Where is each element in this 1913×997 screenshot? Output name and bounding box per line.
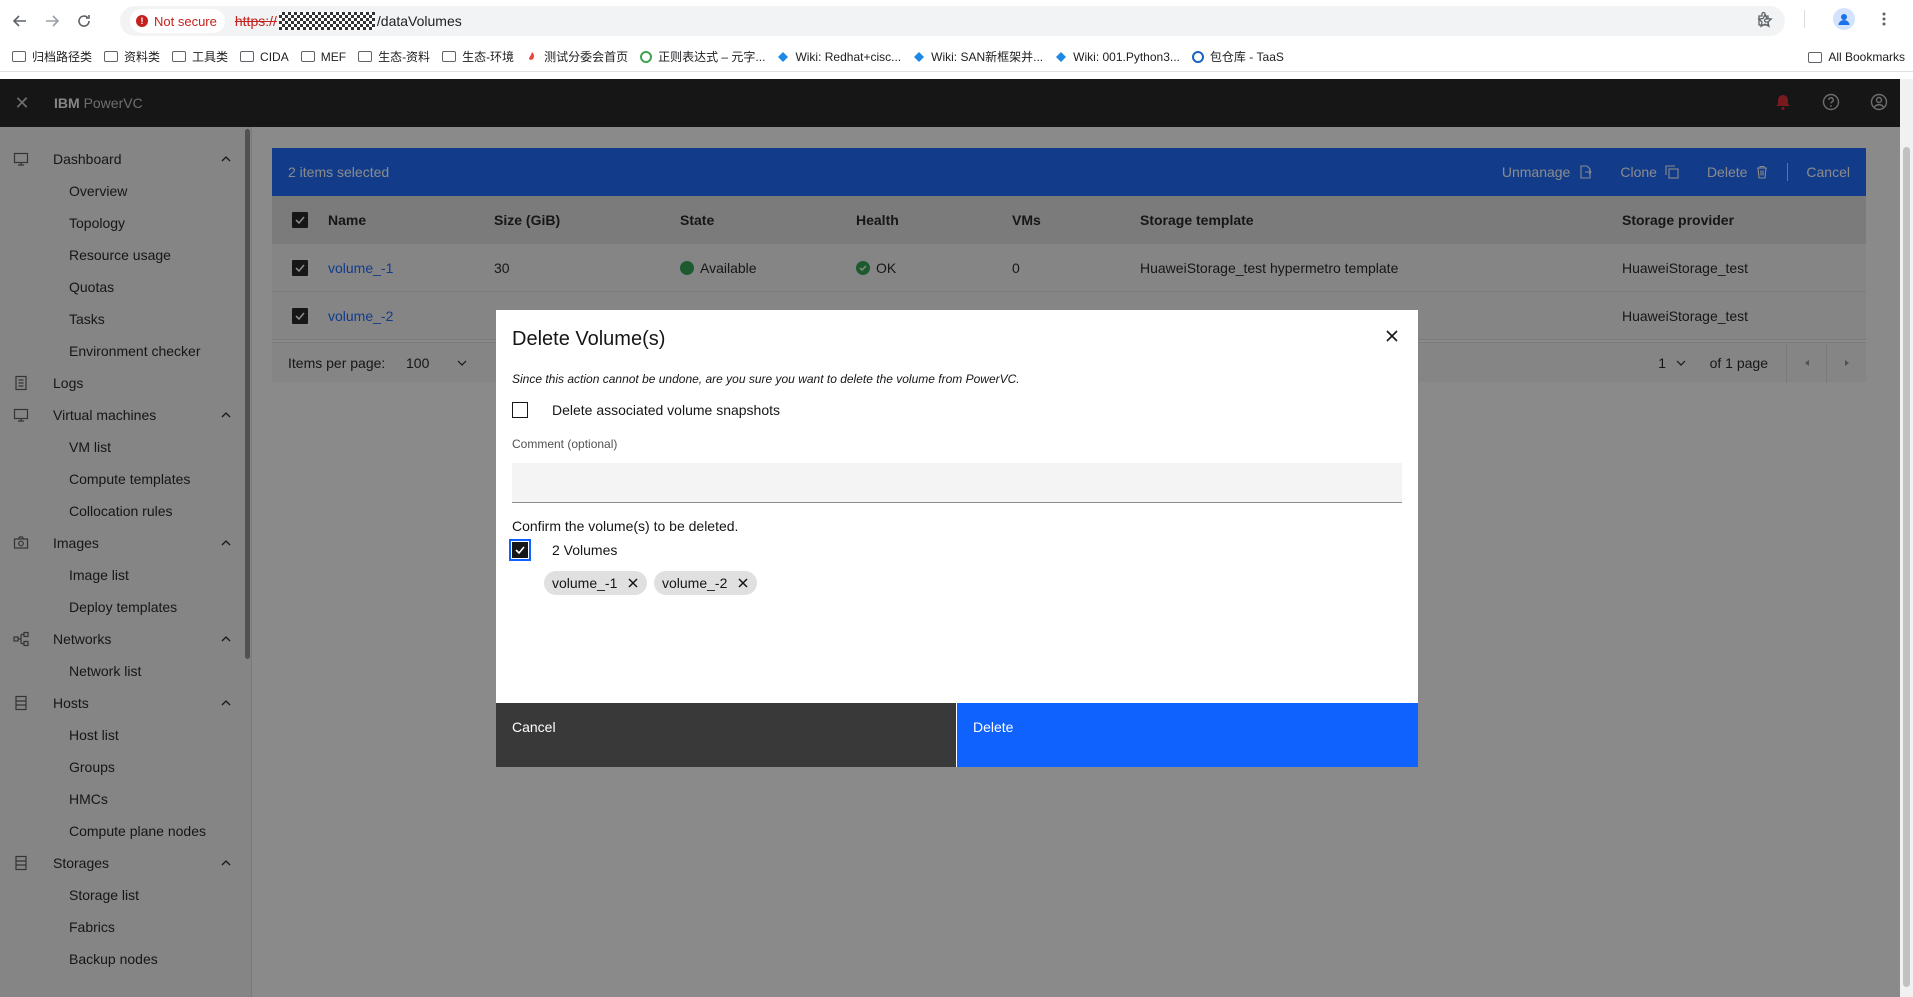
modal-delete-button[interactable]: Delete <box>957 703 1418 767</box>
bookmark-folder[interactable]: 生态-环境 <box>442 48 514 65</box>
modal-cancel-button[interactable]: Cancel <box>496 703 956 767</box>
forward-icon[interactable] <box>40 9 64 33</box>
volumes-count-label: 2 Volumes <box>552 542 618 558</box>
bookmark-link[interactable]: 测试分委会首页 <box>526 48 628 65</box>
delete-snapshots-label[interactable]: Delete associated volume snapshots <box>552 402 780 418</box>
bookmark-folder[interactable]: CIDA <box>240 50 289 64</box>
comment-input[interactable] <box>512 463 1402 503</box>
delete-volumes-modal: Delete Volume(s) Since this action canno… <box>496 310 1418 767</box>
bookmark-folder[interactable]: 归档路径类 <box>12 48 92 65</box>
folder-icon <box>12 51 26 62</box>
taas-favicon-icon <box>1191 50 1204 63</box>
security-label: Not secure <box>154 13 217 29</box>
bookmark-folder[interactable]: MEF <box>300 50 346 64</box>
security-indicator[interactable]: ! Not secure <box>130 9 225 33</box>
bookmark-folder[interactable]: 生态-资料 <box>358 48 430 65</box>
tag-remove-icon[interactable] <box>737 577 749 589</box>
browser-toolbar: ! Not secure https:// /dataVolumes <box>0 0 1913 42</box>
folder-icon <box>240 51 255 62</box>
folder-icon <box>1808 51 1823 63</box>
wiki-favicon-icon <box>778 51 789 62</box>
all-bookmarks[interactable]: All Bookmarks <box>1808 50 1905 64</box>
profile-avatar-icon[interactable] <box>1833 8 1855 30</box>
url-scheme: https:// <box>234 13 277 29</box>
tag-remove-icon[interactable] <box>627 577 639 589</box>
address-bar[interactable]: ! Not secure https:// /dataVolumes <box>120 6 1785 36</box>
folder-icon <box>358 51 373 62</box>
bookmark-link[interactable]: Wiki: Redhat+cisc... <box>777 50 901 64</box>
url-path: /dataVolumes <box>376 13 462 29</box>
bookmark-link[interactable]: Wiki: 001.Python3... <box>1055 50 1180 64</box>
warning-icon: ! <box>136 15 148 27</box>
bookmarks-bar: 归档路径类 资料类 工具类 CIDA MEF 生态-资料 生态-环境 测试分委会… <box>0 42 1913 72</box>
site-favicon-icon <box>529 51 535 60</box>
volume-tag: volume_-1 <box>544 571 648 595</box>
folder-icon <box>442 51 457 62</box>
separator <box>1793 8 1815 30</box>
back-icon[interactable] <box>8 9 32 33</box>
close-icon[interactable] <box>1384 328 1400 344</box>
volume-tag: volume_-2 <box>654 571 758 595</box>
comment-label: Comment (optional) <box>512 437 618 451</box>
bookmark-link[interactable]: Wiki: SAN新框架并... <box>913 48 1043 65</box>
folder-icon <box>300 51 315 62</box>
bookmark-link[interactable]: 包仓库 - TaaS <box>1191 48 1284 65</box>
chrome-menu-icon[interactable] <box>1873 8 1895 30</box>
url-host-redacted <box>278 12 375 30</box>
bookmark-folder[interactable]: 工具类 <box>172 48 228 65</box>
modal-title: Delete Volume(s) <box>512 328 666 350</box>
page-scrollbar[interactable] <box>1900 79 1913 997</box>
scrollbar-thumb[interactable] <box>1903 147 1910 987</box>
folder-icon <box>172 51 187 62</box>
extensions-icon[interactable] <box>1753 8 1775 30</box>
bookmark-link[interactable]: 正则表达式 – 元字... <box>640 48 765 65</box>
wiki-favicon-icon <box>914 51 925 62</box>
delete-snapshots-checkbox[interactable] <box>512 402 528 418</box>
folder-icon <box>104 51 119 62</box>
reload-icon[interactable] <box>72 9 96 33</box>
wiki-favicon-icon <box>1056 51 1067 62</box>
bookmark-folder[interactable]: 资料类 <box>104 48 160 65</box>
confirm-text: Confirm the volume(s) to be deleted. <box>512 518 739 534</box>
modal-message: Since this action cannot be undone, are … <box>512 372 1020 386</box>
site-favicon-icon <box>640 50 653 63</box>
confirm-volumes-checkbox[interactable] <box>509 539 531 561</box>
